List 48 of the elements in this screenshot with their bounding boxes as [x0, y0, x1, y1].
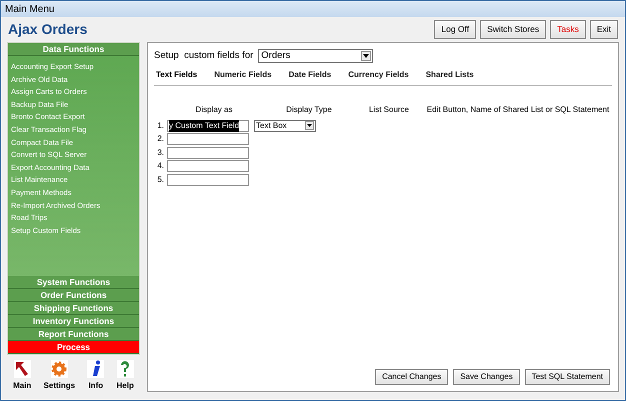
dropdown-arrow-icon — [305, 121, 314, 130]
question-mark-icon — [116, 360, 134, 378]
header-button[interactable]: Exit — [590, 20, 618, 40]
column-header: Display Type — [286, 104, 332, 116]
footer-button[interactable]: Test SQL Statement — [524, 369, 610, 385]
section-header[interactable]: Order Functions — [8, 289, 139, 302]
dropdown-arrow-icon — [361, 51, 372, 62]
column-header: Edit Button, Name of Shared List or SQL Statement — [426, 104, 610, 116]
row-number: 5. — [156, 174, 164, 186]
display-type-dropdown[interactable]: Text Box — [254, 120, 316, 132]
section-header[interactable]: Data Functions — [8, 43, 139, 56]
tab[interactable]: Shared Lists — [426, 69, 474, 82]
text-input-field[interactable] — [167, 174, 249, 186]
text-input-field[interactable] — [167, 133, 249, 145]
shortcut-button[interactable]: Main — [13, 360, 32, 392]
row-number: 1. — [156, 120, 164, 132]
header-button[interactable]: Switch Stores — [480, 20, 546, 40]
arrow-icon — [14, 360, 31, 378]
tab[interactable]: Numeric Fields — [214, 69, 272, 82]
section-header[interactable]: Report Functions — [8, 328, 139, 341]
window-title: Main Menu — [5, 2, 54, 17]
gear-icon — [50, 360, 68, 378]
info-icon — [87, 360, 104, 378]
text-input-field[interactable] — [167, 160, 249, 172]
footer-button[interactable]: Cancel Changes — [375, 369, 448, 385]
app-title: Ajax Orders — [8, 20, 88, 40]
row-number: 2. — [156, 133, 164, 145]
section-header[interactable]: Shipping Functions — [8, 302, 139, 315]
footer-button[interactable]: Save Changes — [453, 369, 520, 385]
row-number: 3. — [156, 146, 164, 158]
tab[interactable]: Text Fields — [156, 69, 198, 82]
header-button[interactable]: Log Off — [434, 20, 476, 40]
tab[interactable]: Date Fields — [288, 69, 332, 82]
text-input-field[interactable]: y Custom Text Field — [167, 120, 249, 132]
text-input-field[interactable] — [167, 146, 249, 158]
column-header: List Source — [368, 104, 410, 116]
column-header: Display as — [196, 104, 232, 116]
section-header[interactable]: System Functions — [8, 276, 139, 289]
section-header[interactable]: Inventory Functions — [8, 315, 139, 328]
header-button[interactable]: Tasks — [550, 20, 586, 40]
setup-label: Setup custom fields for — [154, 49, 254, 63]
shortcut-button[interactable]: Info — [87, 360, 104, 392]
shortcut-button[interactable]: Settings — [44, 360, 76, 392]
shortcut-button[interactable]: Help — [116, 360, 134, 392]
object-dropdown[interactable]: Orders — [258, 49, 374, 64]
row-number: 4. — [156, 160, 164, 172]
tab[interactable]: Currency Fields — [348, 69, 409, 82]
section-header[interactable]: Process — [8, 341, 139, 354]
